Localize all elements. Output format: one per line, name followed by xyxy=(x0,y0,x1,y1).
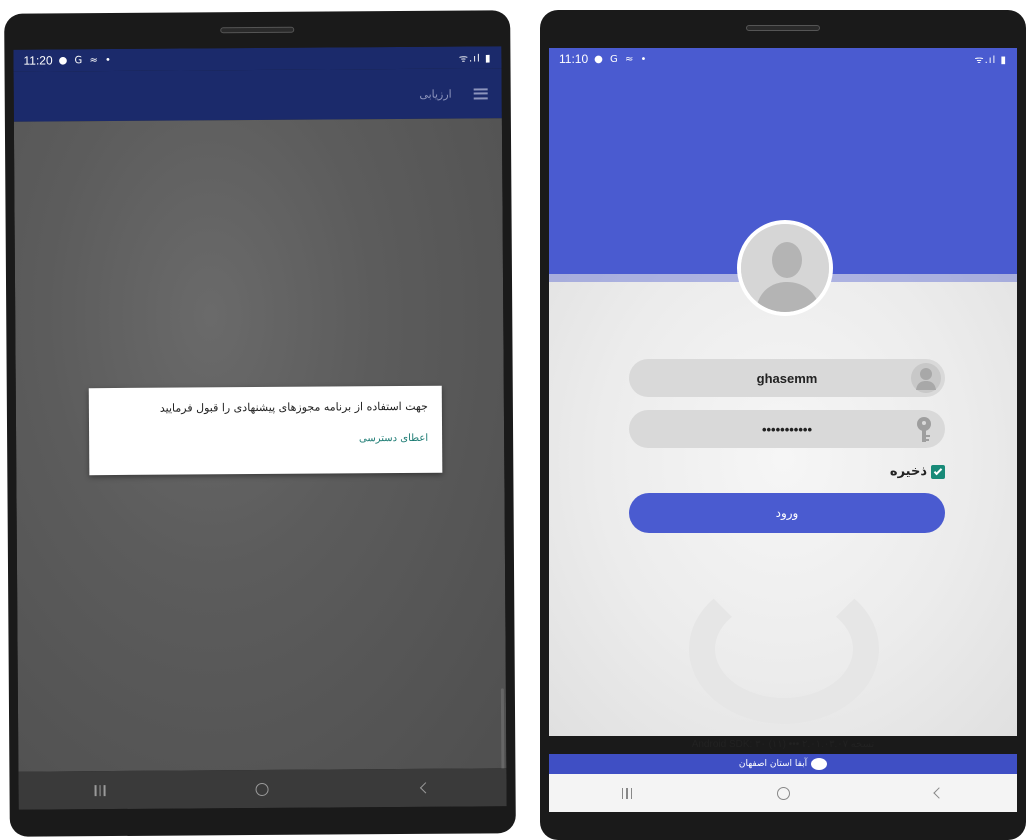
app-bar-title: ارزیابی xyxy=(419,87,452,101)
recents-button[interactable] xyxy=(85,778,115,802)
key-icon xyxy=(917,417,931,442)
tablet-right: 11:10 ● G ≈ • ᯤ.ıl ▮ ghasemm •••••••••••… xyxy=(540,10,1026,840)
password-value: ••••••••••• xyxy=(761,421,813,437)
status-signal-battery-icons: ᯤ.ıl ▮ xyxy=(458,53,492,65)
status-system-icons: ● G ≈ • xyxy=(58,54,113,66)
remember-me[interactable]: ذخیره xyxy=(890,464,945,479)
home-icon xyxy=(255,782,270,796)
app-bar: ارزیابی xyxy=(13,68,502,122)
speaker-grille xyxy=(746,25,820,31)
home-icon xyxy=(776,786,790,800)
back-icon xyxy=(419,782,431,794)
recents-icon xyxy=(94,784,106,796)
permission-dialog: جهت استفاده از برنامه مجوزهای پیشنهادی ر… xyxy=(88,385,443,476)
left-screen: 11:20 ● G ≈ • ᯤ.ıl ▮ ارزیابی جهت استفاده… xyxy=(13,46,507,810)
user-icon xyxy=(911,363,941,393)
menu-icon[interactable] xyxy=(473,87,488,99)
version-text: Android SDK: ۳۰ (۱۱) ••• ۲.۰۱.۰۳.۰۷ نسخه xyxy=(691,739,875,750)
remember-label: ذخیره xyxy=(889,464,927,479)
back-icon xyxy=(933,787,945,799)
logo-watermark xyxy=(689,574,879,724)
grant-permission-button[interactable]: اعطای دسترسی xyxy=(359,433,428,444)
dialog-message: جهت استفاده از برنامه مجوزهای پیشنهادی ر… xyxy=(159,399,428,415)
back-button[interactable] xyxy=(410,776,440,800)
right-screen: 11:10 ● G ≈ • ᯤ.ıl ▮ ghasemm •••••••••••… xyxy=(549,48,1017,812)
navigation-bar xyxy=(18,768,507,810)
status-bar: 11:10 ● G ≈ • ᯤ.ıl ▮ xyxy=(549,48,1017,70)
tablet-left: 11:20 ● G ≈ • ᯤ.ıl ▮ ارزیابی جهت استفاده… xyxy=(4,10,516,837)
checkbox-icon xyxy=(933,466,943,475)
status-system-icons: ● G ≈ • xyxy=(594,53,649,65)
recents-icon xyxy=(621,787,633,799)
navigation-bar xyxy=(549,774,1017,812)
username-value: ghasemm xyxy=(756,370,818,386)
avatar xyxy=(737,220,833,316)
logo-icon xyxy=(811,758,828,770)
password-field[interactable]: ••••••••••• xyxy=(629,410,945,448)
speaker-grille xyxy=(220,26,295,34)
recents-button[interactable] xyxy=(612,781,642,805)
home-button[interactable] xyxy=(247,777,277,801)
login-button[interactable]: ورود xyxy=(629,493,945,533)
footer-text: آبفا استان اصفهان xyxy=(738,759,808,769)
remember-checkbox[interactable] xyxy=(931,464,945,479)
footer-bar: آبفا استان اصفهان xyxy=(549,754,1017,774)
status-time: 11:10 xyxy=(559,52,589,66)
username-field[interactable]: ghasemm xyxy=(629,359,945,397)
back-button[interactable] xyxy=(924,781,954,805)
status-time: 11:20 xyxy=(23,53,53,68)
status-signal-battery-icons: ᯤ.ıl ▮ xyxy=(974,55,1007,66)
home-button[interactable] xyxy=(768,781,798,805)
